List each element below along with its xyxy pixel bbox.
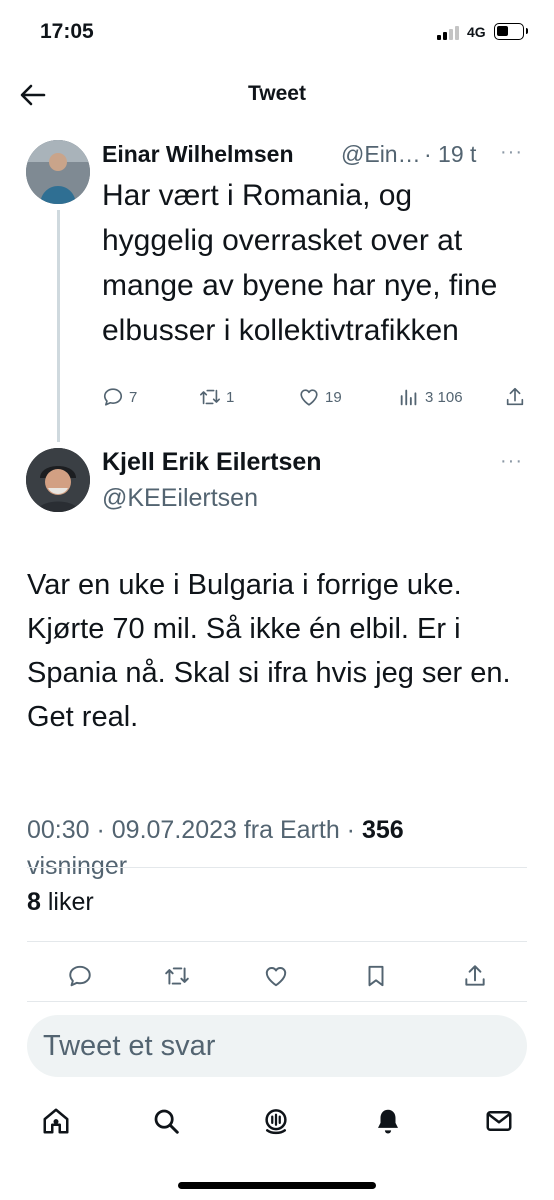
retweet-icon — [200, 389, 220, 405]
like-icon — [300, 389, 318, 406]
retweet-icon — [165, 967, 189, 985]
share-button[interactable] — [504, 386, 531, 408]
divider — [27, 867, 527, 868]
avatar-image — [26, 448, 90, 512]
reply-button[interactable]: 7 — [102, 386, 137, 408]
messages-icon — [486, 1111, 512, 1131]
share-icon — [465, 965, 485, 986]
retweet-count: 1 — [226, 388, 235, 406]
share-icon — [506, 387, 524, 406]
retweet-button[interactable]: 1 — [199, 386, 234, 408]
bottom-nav — [0, 1095, 554, 1151]
spaces-icon — [265, 1109, 287, 1135]
nav-home[interactable] — [38, 1103, 74, 1139]
tweet-meta: 00:30 · 09.07.2023 fra Earth · 356 visni… — [27, 812, 527, 884]
views-icon — [400, 389, 417, 406]
reply-count: 7 — [129, 388, 138, 406]
more-options-button[interactable]: ··· — [500, 450, 523, 473]
tweet-time: · 19 t — [424, 141, 477, 167]
page-title: Tweet — [248, 82, 306, 105]
views-count: 3 106 — [425, 388, 463, 406]
reply-button[interactable] — [62, 958, 98, 994]
nav-spaces[interactable] — [258, 1103, 294, 1139]
avatar[interactable] — [26, 140, 90, 204]
nav-messages[interactable] — [481, 1103, 517, 1139]
share-button[interactable] — [457, 958, 493, 994]
likes-label: liker — [47, 888, 94, 916]
divider — [27, 941, 527, 942]
like-total: 8 — [27, 888, 41, 916]
tweet-actions: 7 1 19 3 106 — [102, 386, 532, 420]
bookmark-button[interactable] — [358, 958, 394, 994]
author-name[interactable]: Kjell Erik Eilertsen — [102, 448, 322, 477]
avatar[interactable] — [26, 448, 90, 512]
home-indicator[interactable] — [178, 1182, 376, 1189]
likes-summary[interactable]: 8 liker — [27, 888, 94, 917]
tweet-timestamp: 00:30 · 09.07.2023 fra Earth · — [27, 816, 362, 844]
battery-icon — [494, 23, 528, 40]
reply-input[interactable]: Tweet et svar — [27, 1015, 527, 1077]
author-handle[interactable]: @KEEilertsen — [102, 484, 258, 513]
more-options-button[interactable]: ··· — [500, 141, 523, 164]
nav-search[interactable] — [148, 1103, 184, 1139]
like-icon — [265, 967, 287, 987]
view-count[interactable]: 356 — [362, 816, 404, 844]
reply-icon — [103, 388, 123, 406]
tweet-text: Har vært i Romania, og hyggelig overrask… — [102, 179, 498, 347]
avatar-image — [26, 140, 90, 204]
reply-icon — [69, 965, 91, 987]
like-button[interactable] — [258, 958, 294, 994]
views-label: visninger — [27, 852, 128, 880]
tweet-action-bar — [27, 958, 527, 998]
tweet-text: Var en uke i Bulgaria i forrige uke. Kjø… — [27, 569, 511, 733]
nav-notifications[interactable] — [370, 1103, 406, 1139]
author-name[interactable]: Einar Wilhelmsen — [102, 141, 294, 168]
status-time: 17:05 — [40, 20, 94, 43]
network-type: 4G — [467, 24, 486, 40]
like-count: 19 — [325, 388, 342, 406]
notifications-icon — [378, 1109, 398, 1134]
like-button[interactable]: 19 — [298, 386, 342, 408]
search-icon — [154, 1109, 179, 1134]
author-handle[interactable]: @Ein… — [341, 141, 421, 168]
signal-strength-icon — [437, 26, 463, 40]
retweet-button[interactable] — [159, 958, 195, 994]
divider — [27, 1001, 527, 1002]
views-button[interactable]: 3 106 — [398, 386, 463, 408]
bookmark-icon — [368, 965, 384, 987]
thread-line — [57, 210, 60, 442]
home-icon — [43, 1108, 69, 1134]
